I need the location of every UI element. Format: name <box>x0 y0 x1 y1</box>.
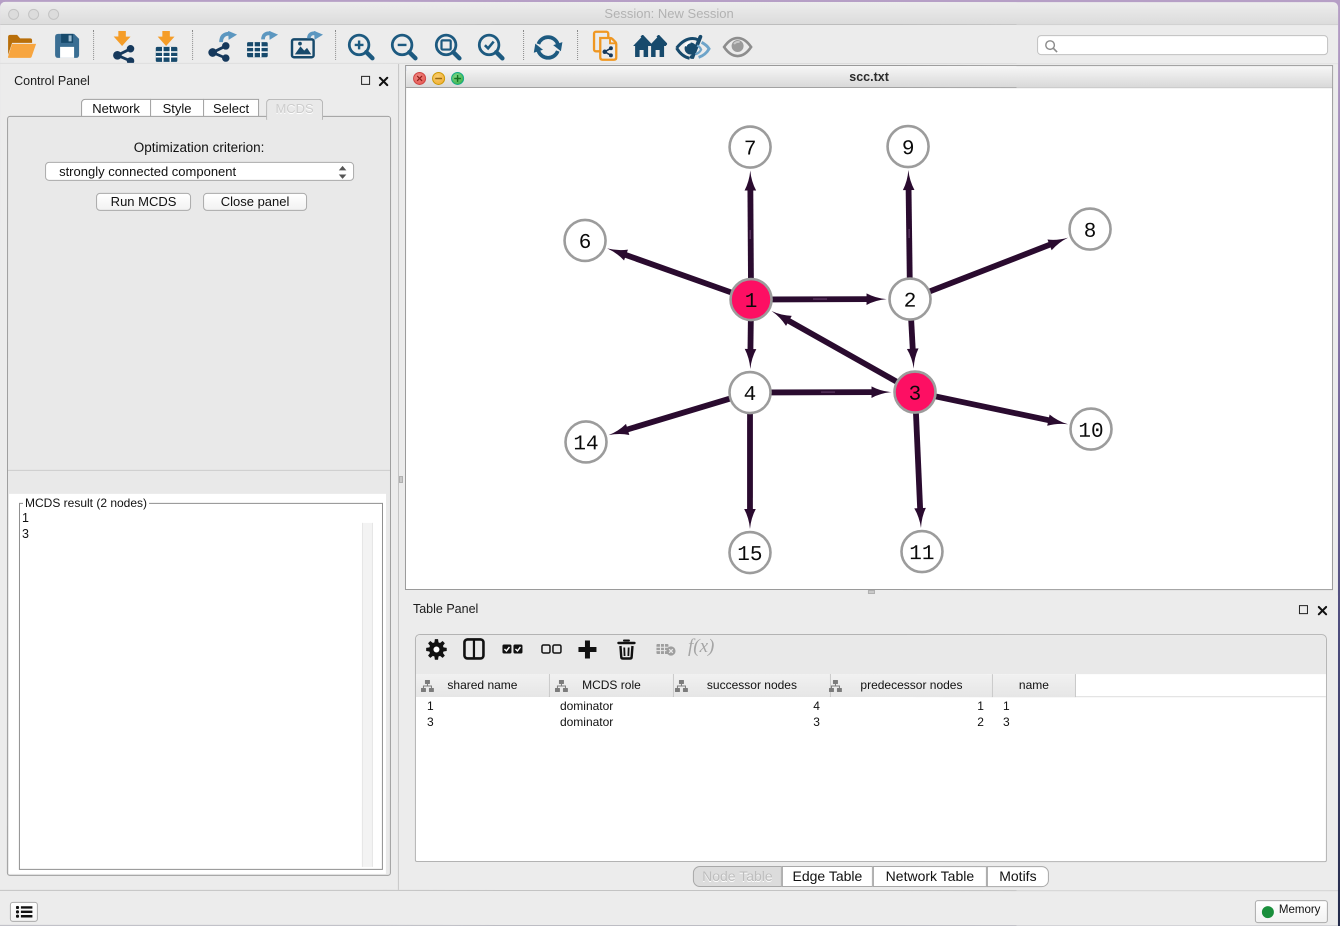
svg-text:3: 3 <box>909 384 922 407</box>
svg-text:6: 6 <box>579 232 592 255</box>
svg-text:7: 7 <box>744 138 757 161</box>
svg-text:9: 9 <box>902 138 915 161</box>
svg-text:11: 11 <box>909 543 934 566</box>
svg-text:10: 10 <box>1078 421 1103 444</box>
svg-text:4: 4 <box>744 384 757 407</box>
svg-text:15: 15 <box>737 544 762 567</box>
svg-text:8: 8 <box>1084 221 1097 244</box>
svg-text:2: 2 <box>904 291 917 314</box>
svg-text:1: 1 <box>745 291 758 314</box>
svg-text:14: 14 <box>573 433 598 456</box>
